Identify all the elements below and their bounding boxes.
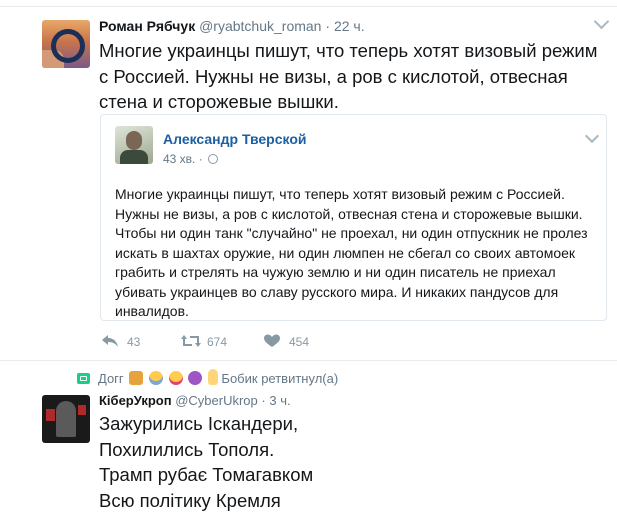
previous-tweet-edge	[0, 0, 617, 8]
globe-icon	[208, 154, 218, 164]
tweet-header: КіберУкроп @CyberUkrop · 3 ч.	[99, 393, 291, 408]
retweet-context[interactable]: Догг Бобик ретвитнул(а)	[77, 369, 338, 389]
tweet-line: Похилились Тополя.	[99, 437, 609, 463]
tweet-line: Всю політику Кремля	[99, 488, 609, 513]
author-handle[interactable]: @ryabtchuk_roman	[199, 18, 321, 34]
separator: ·	[261, 393, 265, 408]
quoted-time: 43 хв.	[163, 152, 195, 166]
retweet-icon	[77, 373, 90, 384]
like-button[interactable]: 454	[263, 334, 309, 349]
victory-hand-emoji	[208, 369, 218, 385]
heart-icon	[263, 334, 281, 348]
quoted-avatar[interactable]	[115, 126, 153, 164]
timestamp[interactable]: 22 ч.	[334, 18, 365, 34]
tweet-line: Зажурились Іскандери,	[99, 411, 609, 437]
divider	[0, 360, 617, 361]
tweet-header: Роман Рябчук @ryabtchuk_roman · 22 ч.	[99, 18, 365, 34]
dog-emoji	[129, 371, 143, 385]
timestamp[interactable]: 3 ч.	[269, 393, 290, 408]
retweet-button[interactable]: 674	[181, 334, 227, 349]
author-name[interactable]: КіберУкроп	[99, 393, 172, 408]
reply-button[interactable]: 43	[101, 334, 140, 349]
separator: ·	[199, 152, 203, 166]
chevron-down-icon[interactable]	[585, 129, 599, 143]
scream-emoji	[149, 371, 163, 385]
reply-icon	[101, 334, 119, 348]
tweet-text: Многие украинцы пишут, что теперь хотят …	[99, 38, 609, 115]
quoted-text: Многие украинцы пишут, что теперь хотят …	[115, 185, 599, 322]
quoted-tweet[interactable]: Александр Тверской 43 хв. · Многие украи…	[100, 114, 607, 321]
like-count: 454	[289, 335, 309, 349]
author-handle[interactable]: @CyberUkrop	[175, 393, 258, 408]
quoted-author-name[interactable]: Александр Тверской	[163, 131, 307, 147]
devil-emoji	[188, 371, 202, 385]
retweeter-suffix: Бобик ретвитнул(а)	[221, 371, 338, 386]
separator: ·	[325, 18, 330, 34]
author-name[interactable]: Роман Рябчук	[99, 18, 195, 34]
chevron-down-icon[interactable]	[594, 14, 610, 30]
retweet-icon	[181, 334, 199, 348]
avatar[interactable]	[42, 395, 90, 443]
quoted-timestamp: 43 хв. ·	[163, 152, 218, 166]
retweeter-prefix: Догг	[98, 371, 124, 386]
retweet-count: 674	[207, 335, 227, 349]
tweet-text: Зажурились Іскандери, Похилились Тополя.…	[99, 411, 609, 513]
tongue-emoji	[169, 371, 183, 385]
avatar[interactable]	[42, 20, 90, 68]
tweet[interactable]: Роман Рябчук @ryabtchuk_roman · 22 ч. Мн…	[0, 8, 617, 360]
tweet-line: Трамп рубає Томагавком	[99, 462, 609, 488]
tweet[interactable]: КіберУкроп @CyberUkrop · 3 ч. Зажурились…	[0, 389, 617, 495]
reply-count: 43	[127, 335, 140, 349]
